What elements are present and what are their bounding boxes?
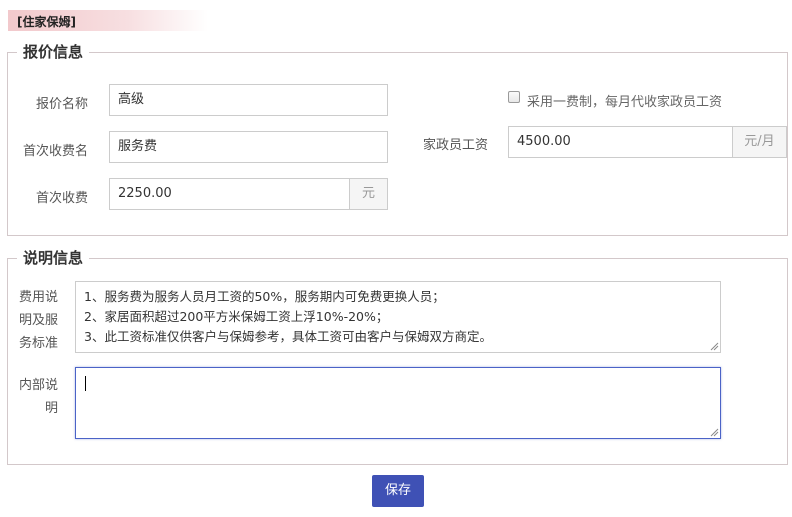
quote-name-input[interactable]: 高级 — [109, 84, 388, 116]
description-info-fieldset: 说明信息 费用说 明及服 务标准 1、服务费为服务人员月工资的50%，服务期内可… — [7, 247, 788, 465]
quote-name-label: 报价名称 — [35, 97, 88, 112]
service-desc-label: 费用说 明及服 务标准 — [18, 290, 58, 351]
first-fee-input[interactable]: 2250.00 — [109, 178, 350, 210]
internal-note-label: 内部说 明 — [18, 378, 58, 416]
save-button[interactable]: 保存 — [372, 475, 424, 507]
resize-grip-icon[interactable] — [710, 428, 719, 437]
worker-wage-input[interactable]: 4500.00 — [508, 126, 733, 158]
worker-wage-unit: 元/月 — [732, 126, 787, 158]
quote-info-fieldset: 报价信息 报价名称 高级 首次收费名 服务费 首次收费 2250.00 元 采用… — [7, 41, 788, 236]
category-tag: [住家保姆] — [8, 10, 208, 31]
resize-grip-icon[interactable] — [710, 342, 719, 351]
service-desc-line: 1、服务费为服务人员月工资的50%，服务期内可免费更换人员； — [84, 289, 445, 304]
service-desc-textarea[interactable]: 1、服务费为服务人员月工资的50%，服务期内可免费更换人员； 2、家居面积超过2… — [75, 281, 721, 353]
first-fee-label: 首次收费 — [35, 191, 88, 206]
unified-fee-checkbox-label[interactable]: 采用一费制，每月代收家政员工资 — [527, 91, 722, 110]
worker-wage-label: 家政员工资 — [422, 138, 488, 153]
text-caret — [85, 376, 86, 391]
service-desc-line: 2、家居面积超过200平方米保姆工资上浮10%-20%； — [84, 309, 389, 324]
quote-info-legend: 报价信息 — [17, 41, 90, 63]
unified-fee-checkbox[interactable] — [508, 91, 520, 103]
service-desc-line: 3、此工资标准仅供客户与保姆参考，具体工资可由客户与保姆双方商定。 — [84, 329, 492, 344]
category-tag-text: [住家保姆] — [17, 15, 76, 29]
internal-note-textarea[interactable] — [75, 367, 721, 439]
first-fee-name-label: 首次收费名 — [22, 144, 88, 159]
description-info-legend: 说明信息 — [17, 247, 90, 269]
first-fee-name-input[interactable]: 服务费 — [109, 131, 388, 163]
first-fee-unit: 元 — [349, 178, 388, 210]
